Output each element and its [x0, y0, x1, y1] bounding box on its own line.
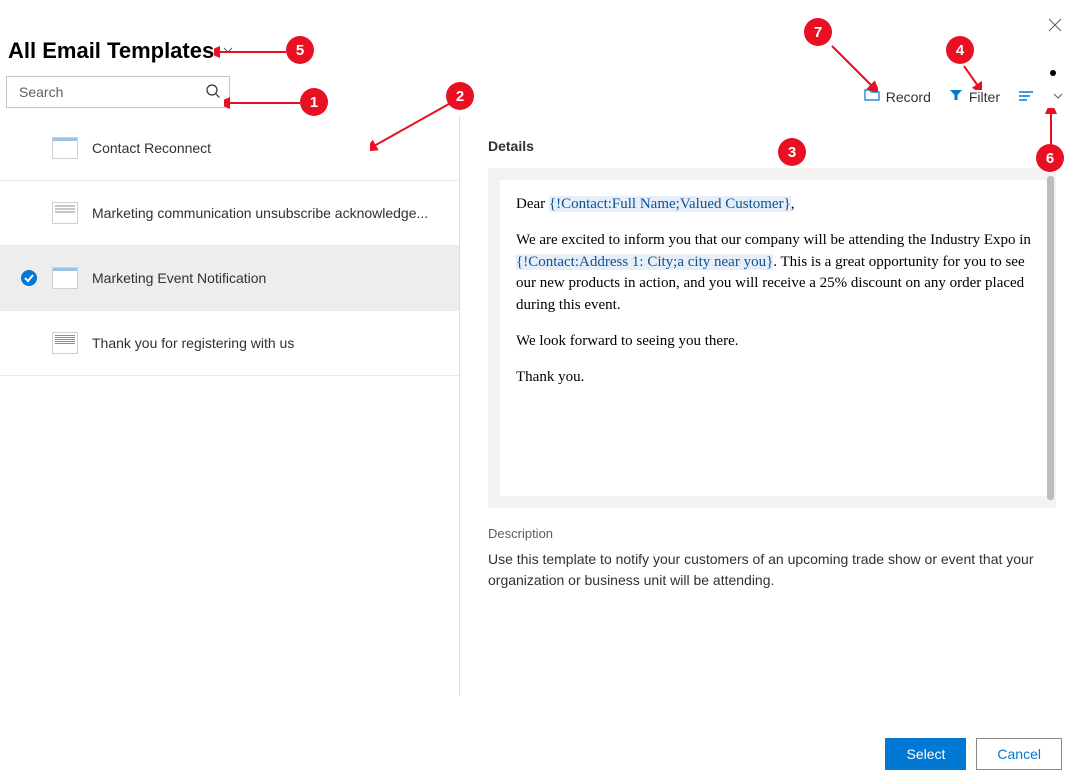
preview-text: We are excited to inform you that our co…	[516, 232, 1031, 248]
preview-container: Dear {!Contact:Full Name;Valued Customer…	[488, 168, 1056, 508]
callout-4: 4	[946, 36, 974, 64]
template-preview: Dear {!Contact:Full Name;Valued Customer…	[500, 180, 1048, 496]
description-text: Use this template to notify your custome…	[488, 549, 1056, 591]
filter-button[interactable]: Filter	[949, 88, 1000, 105]
callout-3: 3	[778, 138, 806, 166]
list-label: Marketing Event Notification	[92, 270, 266, 286]
chevron-down-icon[interactable]	[222, 43, 234, 59]
template-list: Contact Reconnect Marketing communicatio…	[0, 116, 460, 696]
template-thumb-icon	[52, 267, 78, 289]
merge-token: {!Contact:Full Name;Valued Customer}	[549, 196, 791, 212]
check-icon	[20, 269, 38, 287]
merge-token: {!Contact:Address 1: City;a city near yo…	[516, 254, 773, 270]
list-label: Marketing communication unsubscribe ackn…	[92, 205, 428, 221]
details-heading: Details	[488, 138, 1056, 154]
search-icon[interactable]	[205, 83, 221, 102]
template-thumb-icon	[52, 202, 78, 224]
callout-6: 6	[1036, 144, 1064, 172]
check-indicator	[20, 139, 38, 157]
callout-2: 2	[446, 82, 474, 110]
template-thumb-icon	[52, 332, 78, 354]
notification-dot	[1050, 70, 1056, 76]
preview-text: We look forward to seeing you there.	[516, 331, 1032, 353]
select-button[interactable]: Select	[885, 738, 966, 770]
list-label: Thank you for registering with us	[92, 335, 294, 351]
preview-text: ,	[791, 196, 795, 212]
folder-icon	[864, 88, 880, 105]
list-item[interactable]: Thank you for registering with us	[0, 311, 459, 376]
search-input[interactable]	[19, 84, 205, 100]
list-item[interactable]: Marketing communication unsubscribe ackn…	[0, 181, 459, 246]
chevron-down-icon[interactable]	[1052, 89, 1064, 105]
callout-5: 5	[286, 36, 314, 64]
record-button[interactable]: Record	[864, 88, 931, 105]
scrollbar[interactable]	[1047, 176, 1054, 500]
check-indicator	[20, 334, 38, 352]
close-button[interactable]	[1048, 18, 1062, 37]
filter-icon	[949, 88, 963, 105]
preview-text: Thank you.	[516, 367, 1032, 389]
list-item[interactable]: Marketing Event Notification	[0, 246, 459, 311]
list-label: Contact Reconnect	[92, 140, 211, 156]
page-title: All Email Templates	[8, 38, 214, 64]
callout-1: 1	[300, 88, 328, 116]
search-box[interactable]	[6, 76, 230, 108]
cancel-button[interactable]: Cancel	[976, 738, 1062, 770]
filter-label: Filter	[969, 89, 1000, 105]
preview-text: Dear	[516, 196, 549, 212]
check-indicator	[20, 204, 38, 222]
template-thumb-icon	[52, 137, 78, 159]
description-label: Description	[488, 526, 1056, 541]
callout-7: 7	[804, 18, 832, 46]
record-label: Record	[886, 89, 931, 105]
list-item[interactable]: Contact Reconnect	[0, 116, 459, 181]
list-icon[interactable]	[1018, 89, 1034, 105]
